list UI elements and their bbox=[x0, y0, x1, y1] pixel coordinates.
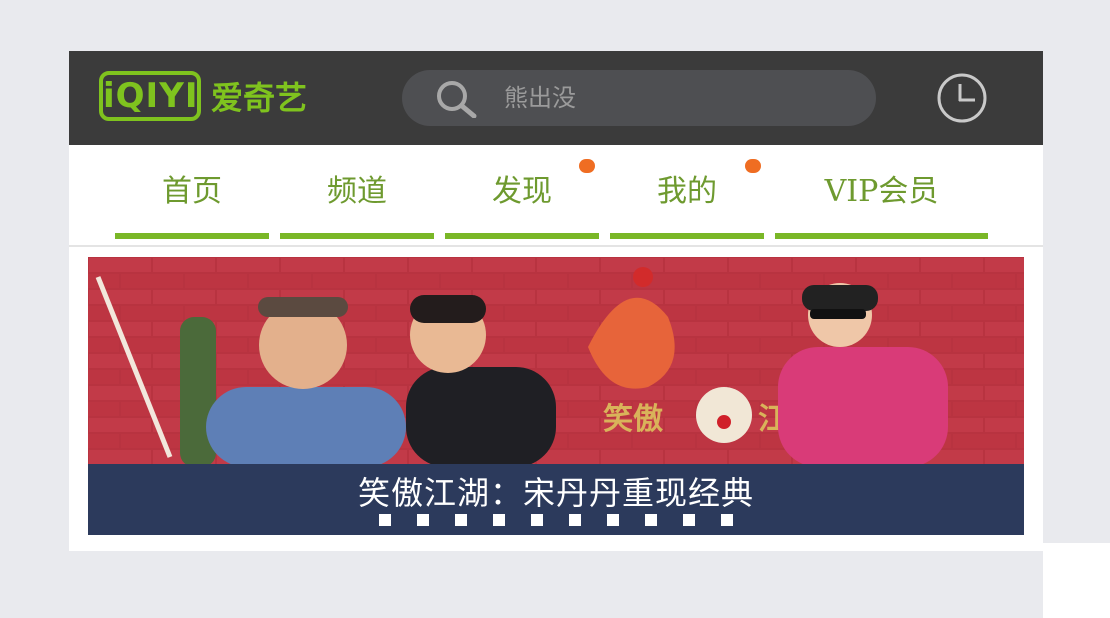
carousel-dot[interactable] bbox=[379, 514, 391, 526]
tab-home[interactable]: 首页 bbox=[115, 145, 269, 239]
page-corner-block bbox=[1043, 543, 1110, 618]
carousel-dot[interactable] bbox=[531, 514, 543, 526]
notification-dot bbox=[579, 159, 595, 173]
tab-discover[interactable]: 发现 bbox=[445, 145, 599, 239]
tab-channels[interactable]: 频道 bbox=[280, 145, 434, 239]
banner-caption: 笑傲江湖：宋丹丹重现经典 bbox=[357, 474, 754, 512]
carousel-dot[interactable] bbox=[721, 514, 733, 526]
carousel-dot[interactable] bbox=[493, 514, 505, 526]
tab-vip[interactable]: VIP会员 bbox=[775, 145, 988, 239]
tab-label: 我的 bbox=[657, 174, 717, 209]
top-header: iQIYI 爱奇艺 bbox=[69, 51, 1043, 145]
banner-caption-bar: 笑傲江湖：宋丹丹重现经典 bbox=[88, 464, 1024, 535]
notification-dot bbox=[745, 159, 761, 173]
search-input[interactable] bbox=[502, 83, 866, 113]
iqiyi-logo[interactable]: iQIYI 爱奇艺 bbox=[99, 71, 307, 121]
clock-icon[interactable] bbox=[929, 72, 995, 124]
logo-mark: iQIYI bbox=[99, 71, 201, 121]
tab-mine[interactable]: 我的 bbox=[610, 145, 764, 239]
search-icon bbox=[437, 81, 477, 118]
carousel-indicator bbox=[88, 514, 1024, 526]
tab-label: 首页 bbox=[162, 174, 222, 209]
carousel-dot[interactable] bbox=[417, 514, 429, 526]
search-box[interactable] bbox=[402, 70, 876, 126]
carousel-dot[interactable] bbox=[607, 514, 619, 526]
carousel-dot[interactable] bbox=[683, 514, 695, 526]
carousel-dot[interactable] bbox=[569, 514, 581, 526]
app-frame: iQIYI 爱奇艺 首页 频道 发现 我的 VIP bbox=[69, 51, 1043, 551]
show-logo-left: 笑傲 bbox=[603, 402, 663, 437]
carousel-dot[interactable] bbox=[645, 514, 657, 526]
tab-label: 频道 bbox=[327, 174, 387, 209]
tab-label: 发现 bbox=[492, 174, 552, 209]
main-nav: 首页 频道 发现 我的 VIP会员 bbox=[69, 145, 1043, 247]
carousel-dot[interactable] bbox=[455, 514, 467, 526]
logo-text: 爱奇艺 bbox=[211, 79, 308, 117]
tab-label: VIP会员 bbox=[824, 174, 939, 209]
